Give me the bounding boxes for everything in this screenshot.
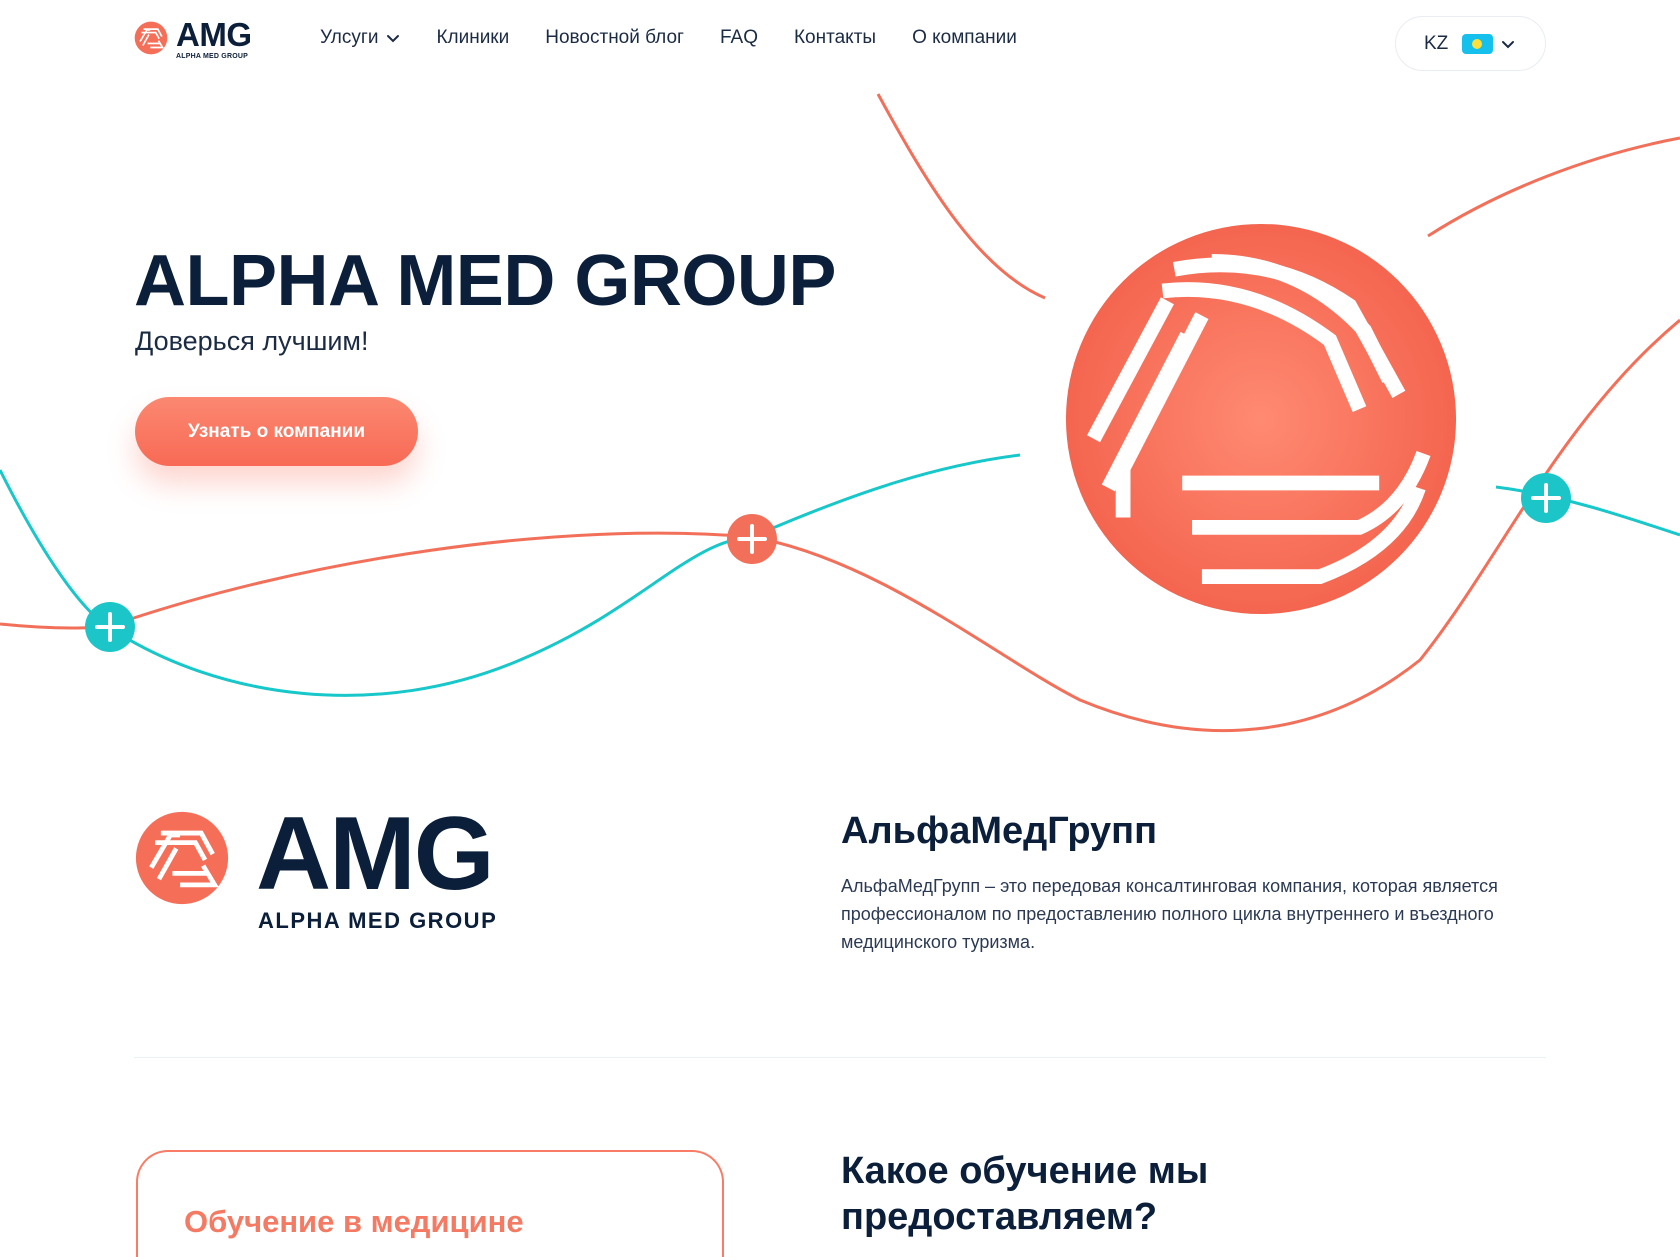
nav-item-clinics[interactable]: Клиники — [436, 27, 509, 49]
coral-curve-top-right — [1427, 136, 1680, 238]
nav-item-label: О компании — [912, 27, 1017, 48]
nav-item-news-blog[interactable]: Новостной блог — [545, 27, 684, 49]
logo-subtitle: ALPHA MED GROUP — [176, 53, 248, 60]
education-card-title: Обучение в медицине — [184, 1204, 524, 1239]
learn-about-company-button[interactable]: Узнать о компании — [135, 397, 418, 466]
about-title: АльфаМедГрупп — [841, 810, 1158, 852]
education-heading: Какое обучение мы предоставляем? — [841, 1150, 1209, 1238]
nav-item-services[interactable]: Улсуги — [320, 27, 400, 49]
about-logo: AMG ALPHA MED GROUP — [134, 796, 498, 934]
about-description: АльфаМедГрупп – это передовая консалтинг… — [841, 876, 1498, 952]
plus-marker-teal-right — [1521, 473, 1571, 523]
nav-item-label: Улсуги — [320, 27, 379, 48]
language-selector[interactable]: KZ — [1395, 16, 1546, 71]
about-logo-wordmark: AMG — [256, 796, 495, 912]
amg-logo-icon — [134, 21, 168, 55]
header-logo[interactable]: AMG ALPHA MED GROUP — [134, 18, 252, 60]
nav-item-label: Контакты — [793, 27, 877, 48]
amg-emblem-icon — [1065, 223, 1457, 615]
hero-subtitle: Доверься лучшим! — [135, 326, 369, 356]
teal-curve-right — [1495, 485, 1680, 537]
nav-item-label: Новостной блог — [545, 27, 684, 48]
hero-title: ALPHA MED GROUP — [134, 241, 836, 321]
section-divider — [134, 1057, 1546, 1058]
nav-item-faq[interactable]: FAQ — [720, 27, 758, 49]
teal-curve-main — [0, 453, 1021, 697]
kazakhstan-flag-icon — [1462, 33, 1494, 54]
plus-marker-teal-left — [85, 602, 135, 652]
language-code: KZ — [1424, 32, 1449, 54]
nav-item-contacts[interactable]: Контакты — [794, 27, 876, 49]
education-card[interactable]: Обучение в медицине — [136, 1150, 724, 1257]
logo-wordmark: AMG — [176, 16, 252, 53]
plus-marker-coral-center — [727, 514, 777, 564]
chevron-down-icon — [1502, 40, 1515, 48]
amg-logo-icon — [135, 811, 229, 905]
about-logo-subtitle: ALPHA MED GROUP — [258, 908, 498, 933]
nav-item-label: Клиники — [436, 27, 510, 48]
nav-item-about[interactable]: О компании — [912, 27, 1017, 49]
coral-curve-top — [876, 93, 1046, 300]
main-nav: Улсуги Клиники Новостной блог FAQ Контак… — [320, 27, 1017, 49]
chevron-down-icon — [387, 35, 400, 43]
nav-item-label: FAQ — [719, 27, 758, 48]
